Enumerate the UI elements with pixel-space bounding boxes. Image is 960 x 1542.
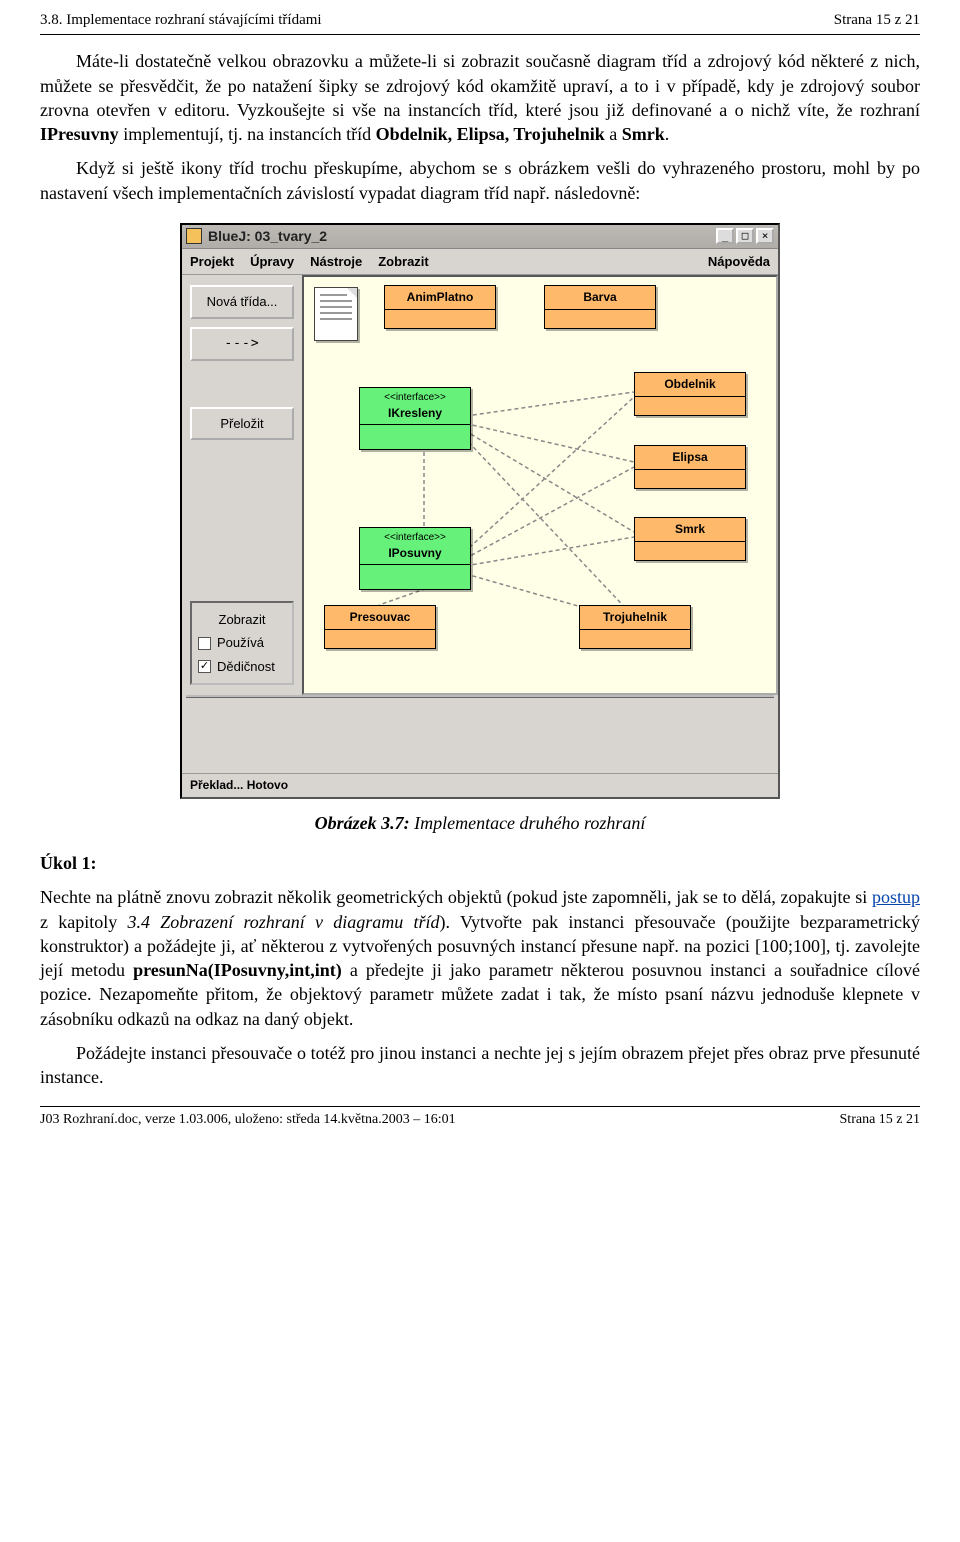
interface-iposuvny[interactable]: <<interface>> IPosuvny [359,527,471,590]
paragraph-1: Máte-li dostatečně velkou obrazovku a mů… [40,49,920,146]
bluej-window: BlueJ: 03_tvary_2 _ □ × Projekt Úpravy N… [180,223,780,799]
view-title: Zobrazit [198,611,286,629]
menu-nastroje[interactable]: Nástroje [310,253,362,271]
window-title: BlueJ: 03_tvary_2 [208,227,710,246]
view-panel: Zobrazit Používá ✓ Dědičnost [190,601,294,686]
iposuvny-stereo: <<interface>> [362,531,468,545]
class-obdelnik-name: Obdelnik [664,377,715,391]
object-bench[interactable] [186,695,774,773]
close-button[interactable]: × [756,228,774,244]
class-presouvac-name: Presouvac [350,610,411,624]
arrow-tool-button[interactable]: ---> [190,327,294,361]
window-titlebar[interactable]: BlueJ: 03_tvary_2 _ □ × [182,225,778,249]
class-barva[interactable]: Barva [544,285,656,328]
class-trojuhelnik-name: Trojuhelnik [603,610,667,624]
figure-wrap: BlueJ: 03_tvary_2 _ □ × Projekt Úpravy N… [40,223,920,799]
figure-caption: Obrázek 3.7: Implementace druhého rozhra… [40,811,920,835]
class-obdelnik[interactable]: Obdelnik [634,372,746,415]
class-elipsa-name: Elipsa [672,450,707,464]
page-header: 3.8. Implementace rozhraní stávajícími t… [40,10,920,30]
menu-zobrazit[interactable]: Zobrazit [378,253,429,271]
p1-text-e: a [605,124,622,144]
p1-text-a: Máte-li dostatečně velkou obrazovku a mů… [40,51,920,120]
menu-upravy[interactable]: Úpravy [250,253,294,271]
header-rule [40,34,920,35]
label-uses: Používá [217,634,264,652]
header-page: Strana 15 z 21 [834,10,920,30]
sidebar: Nová třída... ---> Přeložit Zobrazit Pou… [182,275,302,695]
label-inherits: Dědičnost [217,658,275,676]
header-section: 3.8. Implementace rozhraní stávajícími t… [40,10,322,30]
task-text-a: Nechte na plátně znovu zobrazit několik … [40,887,872,907]
task-heading: Úkol 1: [40,851,920,875]
new-class-button[interactable]: Nová třída... [190,285,294,319]
caption-number: Obrázek 3.7: [315,813,410,833]
ikresleny-name: IKresleny [388,406,442,420]
class-animplatno[interactable]: AnimPlatno [384,285,496,328]
footer-right: Strana 15 z 21 [840,1111,920,1130]
app-icon [186,228,202,244]
class-elipsa[interactable]: Elipsa [634,445,746,488]
class-presouvac[interactable]: Presouvac [324,605,436,648]
footer-left: J03 Rozhraní.doc, verze 1.03.006, uložen… [40,1111,456,1130]
task-bold-method: presunNa(IPosuvny,int,int) [133,960,342,980]
p1-bold-ipresuvny: IPresuvny [40,124,119,144]
minimize-button[interactable]: _ [716,228,734,244]
interface-ikresleny[interactable]: <<interface>> IKresleny [359,387,471,450]
iposuvny-name: IPosuvny [388,546,441,560]
p1-text-c: implementují, tj. na instancích tříd [119,124,376,144]
class-trojuhelnik[interactable]: Trojuhelnik [579,605,691,648]
menu-projekt[interactable]: Projekt [190,253,234,271]
readme-note[interactable] [314,287,358,341]
task-italic-chapter: 3.4 Zobrazení rozhraní v diagramu tříd [127,912,439,932]
task-paragraph-1: Nechte na plátně znovu zobrazit několik … [40,885,920,1031]
caption-text: Implementace druhého rozhraní [410,813,646,833]
paragraph-2: Když si ještě ikony tříd trochu přeskupí… [40,156,920,205]
ikresleny-stereo: <<interface>> [362,391,468,405]
class-smrk[interactable]: Smrk [634,517,746,560]
task-paragraph-2: Požádejte instanci přesouvače o totéž pr… [40,1041,920,1090]
task-text-b: z kapitoly [40,912,127,932]
compile-button[interactable]: Přeložit [190,407,294,441]
checkbox-uses[interactable] [198,637,211,650]
p1-bold-shapes: Obdelnik, Elipsa, Trojuhelnik [376,124,605,144]
menu-napoveda[interactable]: Nápověda [708,253,770,271]
workarea: Nová třída... ---> Přeložit Zobrazit Pou… [182,275,778,695]
checkbox-inherits[interactable]: ✓ [198,660,211,673]
class-diagram[interactable]: AnimPlatno Barva <<interface>> IKresleny [302,275,778,695]
p1-text-g: . [665,124,670,144]
class-barva-name: Barva [583,290,616,304]
page-footer: J03 Rozhraní.doc, verze 1.03.006, uložen… [40,1107,920,1130]
class-smrk-name: Smrk [675,522,705,536]
menubar: Projekt Úpravy Nástroje Zobrazit Nápověd… [182,249,778,276]
status-bar: Překlad... Hotovo [182,773,778,796]
link-postup[interactable]: postup [872,887,920,907]
p1-bold-smrk: Smrk [622,124,665,144]
maximize-button[interactable]: □ [736,228,754,244]
class-animplatno-name: AnimPlatno [407,290,474,304]
